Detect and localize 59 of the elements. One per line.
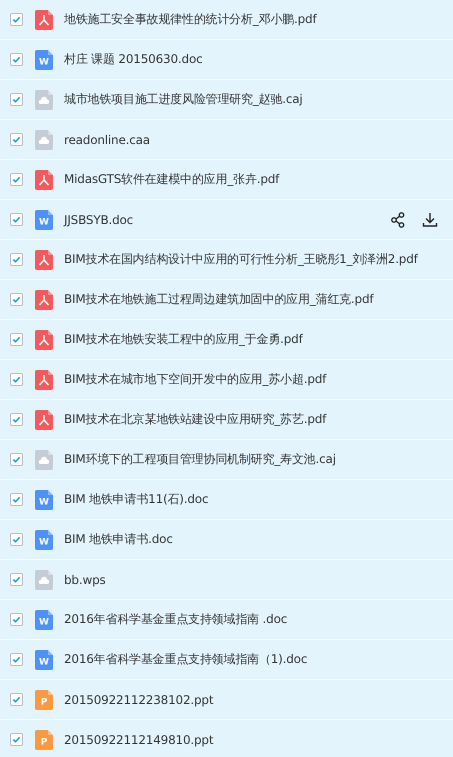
- checkbox[interactable]: [10, 53, 23, 66]
- checkbox[interactable]: [10, 613, 23, 626]
- pdf-file-icon: [35, 410, 53, 430]
- checkbox[interactable]: [10, 493, 23, 506]
- cloud-file-icon: [35, 130, 53, 150]
- checkbox[interactable]: [10, 133, 23, 146]
- file-name[interactable]: 20150922112149810.ppt: [64, 732, 453, 746]
- file-name[interactable]: MidasGTS软件在建模中的应用_张卉.pdf: [64, 171, 453, 188]
- checkbox[interactable]: [10, 253, 23, 266]
- word-file-icon: W: [35, 210, 53, 230]
- word-file-icon: W: [35, 610, 53, 630]
- file-name[interactable]: BIM 地铁申请书11(石).doc: [64, 491, 453, 508]
- cloud-file-icon: [35, 90, 53, 110]
- share-icon[interactable]: [389, 210, 407, 228]
- checkbox[interactable]: [10, 373, 23, 386]
- word-file-icon: W: [35, 650, 53, 670]
- powerpoint-file-icon: P: [35, 730, 53, 750]
- checkbox[interactable]: [10, 213, 23, 226]
- pdf-file-icon: [35, 370, 53, 390]
- word-file-icon: W: [35, 490, 53, 510]
- pdf-file-icon: [35, 10, 53, 30]
- checkbox[interactable]: [10, 733, 23, 746]
- pdf-file-icon: [35, 290, 53, 310]
- word-file-icon: W: [35, 530, 53, 550]
- checkbox[interactable]: [10, 293, 23, 306]
- file-name[interactable]: 2016年省科学基金重点支持领域指南 .doc: [64, 611, 453, 628]
- checkbox[interactable]: [10, 573, 23, 586]
- file-name[interactable]: BIM技术在城市地下空间开发中的应用_苏小超.pdf: [64, 371, 453, 388]
- checkbox[interactable]: [10, 533, 23, 546]
- checkbox[interactable]: [10, 653, 23, 666]
- file-name[interactable]: BIM技术在北京某地铁站建设中应用研究_苏艺.pdf: [64, 411, 453, 428]
- file-name[interactable]: BIM技术在国内结构设计中应用的可行性分析_王晓彤1_刘泽洲2.pdf: [64, 251, 453, 268]
- cloud-file-icon: [35, 450, 53, 470]
- checkbox[interactable]: [10, 453, 23, 466]
- checkbox[interactable]: [10, 333, 23, 346]
- file-name[interactable]: readonline.caa: [64, 132, 453, 146]
- pdf-file-icon: [35, 330, 53, 350]
- powerpoint-file-icon: P: [35, 690, 53, 710]
- checkbox[interactable]: [10, 413, 23, 426]
- checkbox[interactable]: [10, 173, 23, 186]
- cloud-file-icon: [35, 570, 53, 590]
- file-name[interactable]: bb.wps: [64, 572, 453, 586]
- file-name[interactable]: 地铁施工安全事故规律性的统计分析_邓小鹏.pdf: [64, 11, 453, 28]
- pdf-file-icon: [35, 170, 53, 190]
- file-name[interactable]: BIM技术在地铁安装工程中的应用_于金勇.pdf: [64, 331, 453, 348]
- pdf-file-icon: [35, 250, 53, 270]
- checkbox[interactable]: [10, 13, 23, 26]
- file-name[interactable]: 村庄 课题 20150630.doc: [64, 51, 453, 68]
- checkbox[interactable]: [10, 693, 23, 706]
- word-file-icon: W: [35, 50, 53, 70]
- file-name[interactable]: BIM技术在地铁施工过程周边建筑加固中的应用_蒲红克.pdf: [64, 291, 453, 308]
- file-name[interactable]: 2016年省科学基金重点支持领域指南（1).doc: [64, 651, 453, 668]
- file-name[interactable]: JJSBSYB.doc: [64, 212, 389, 226]
- file-name[interactable]: 20150922112238102.ppt: [64, 692, 453, 706]
- file-name[interactable]: BIM 地铁申请书.doc: [64, 531, 453, 548]
- file-name[interactable]: 城市地铁项目施工进度风险管理研究_赵驰.caj: [64, 91, 453, 108]
- file-name[interactable]: BIM环境下的工程项目管理协同机制研究_寿文池.caj: [64, 451, 453, 468]
- checkbox[interactable]: [10, 93, 23, 106]
- download-icon[interactable]: [421, 210, 439, 228]
